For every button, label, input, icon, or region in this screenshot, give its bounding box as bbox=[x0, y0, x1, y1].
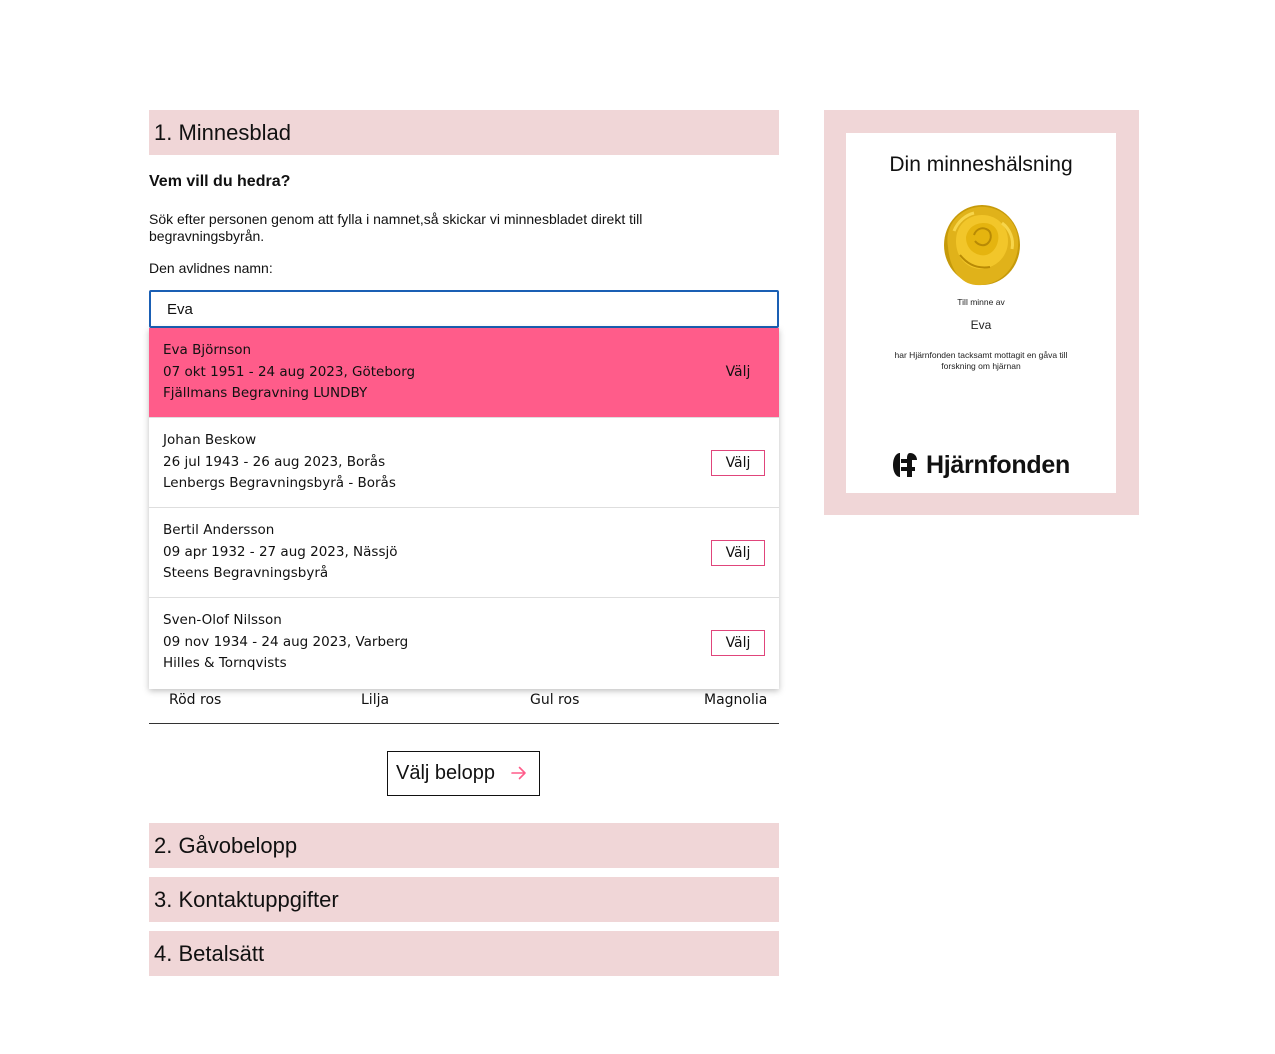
result-agency: Hilles & Tornqvists bbox=[163, 655, 287, 671]
result-row[interactable]: Johan Beskow 26 jul 1943 - 26 aug 2023, … bbox=[149, 418, 779, 508]
flower-option-lily[interactable]: Lilja bbox=[361, 692, 389, 708]
hjarnfonden-logo-text: Hjärnfonden bbox=[926, 450, 1070, 479]
result-agency: Fjällmans Begravning LUNDBY bbox=[163, 385, 368, 401]
result-agency: Steens Begravningsbyrå bbox=[163, 565, 329, 581]
flower-option-magnolia[interactable]: Magnolia bbox=[704, 692, 767, 708]
greeting-card: Din minneshälsning Till minne av Eva har… bbox=[846, 133, 1116, 493]
result-name: Johan Beskow bbox=[163, 432, 257, 448]
hjarnfonden-logo-icon bbox=[893, 453, 917, 477]
step-3-header[interactable]: 3. Kontaktuppgifter bbox=[149, 877, 779, 922]
choose-button[interactable]: Välj bbox=[711, 630, 765, 656]
in-memory-label: Till minne av bbox=[957, 297, 1005, 307]
preview-title: Din minneshälsning bbox=[889, 153, 1073, 176]
choose-button[interactable]: Välj bbox=[711, 540, 765, 566]
flower-option-yellow-rose[interactable]: Gul ros bbox=[530, 692, 579, 708]
preview-thanks-text: har Hjärnfonden tacksamt mottagit en gåv… bbox=[894, 350, 1068, 371]
choose-button[interactable]: Välj bbox=[711, 360, 765, 386]
result-row[interactable]: Bertil Andersson 09 apr 1932 - 27 aug 20… bbox=[149, 508, 779, 598]
choose-amount-button[interactable]: Välj belopp bbox=[387, 751, 540, 796]
search-description: Sök efter personen genom att fylla i nam… bbox=[149, 211, 643, 244]
greeting-preview: Din minneshälsning Till minne av Eva har… bbox=[824, 110, 1139, 515]
question-heading: Vem vill du hedra? bbox=[149, 173, 291, 190]
search-results-dropdown: Eva Björnson 07 okt 1951 - 24 aug 2023, … bbox=[149, 328, 779, 689]
result-dates: 07 okt 1951 - 24 aug 2023, Göteborg bbox=[163, 363, 416, 380]
flower-option-red-rose[interactable]: Röd ros bbox=[169, 692, 221, 708]
result-dates: 26 jul 1943 - 26 aug 2023, Borås bbox=[163, 453, 386, 470]
step-1-header[interactable]: 1. Minnesblad bbox=[149, 110, 779, 155]
result-name: Eva Björnson bbox=[163, 342, 252, 358]
deceased-name-input[interactable] bbox=[149, 290, 779, 328]
yellow-rose-image bbox=[944, 205, 1020, 286]
result-name: Sven-Olof Nilsson bbox=[163, 612, 282, 628]
result-name: Bertil Andersson bbox=[163, 522, 275, 538]
result-row[interactable]: Sven-Olof Nilsson 09 nov 1934 - 24 aug 2… bbox=[149, 598, 779, 689]
result-row[interactable]: Eva Björnson 07 okt 1951 - 24 aug 2023, … bbox=[149, 328, 779, 418]
step-4-header[interactable]: 4. Betalsätt bbox=[149, 931, 779, 976]
deceased-name-label: Den avlidnes namn: bbox=[149, 260, 273, 276]
flower-selector: Röd ros Lilja Gul ros Magnolia bbox=[149, 690, 779, 724]
choose-amount-label: Välj belopp bbox=[396, 762, 495, 784]
step-2-header[interactable]: 2. Gåvobelopp bbox=[149, 823, 779, 868]
hjarnfonden-logo: Hjärnfonden bbox=[890, 449, 1070, 481]
arrow-right-icon bbox=[511, 766, 526, 780]
result-dates: 09 nov 1934 - 24 aug 2023, Varberg bbox=[163, 633, 409, 650]
preview-name: Eva bbox=[970, 318, 992, 332]
choose-button[interactable]: Välj bbox=[711, 450, 765, 476]
result-agency: Lenbergs Begravningsbyrå - Borås bbox=[163, 475, 396, 491]
result-dates: 09 apr 1932 - 27 aug 2023, Nässjö bbox=[163, 543, 398, 560]
